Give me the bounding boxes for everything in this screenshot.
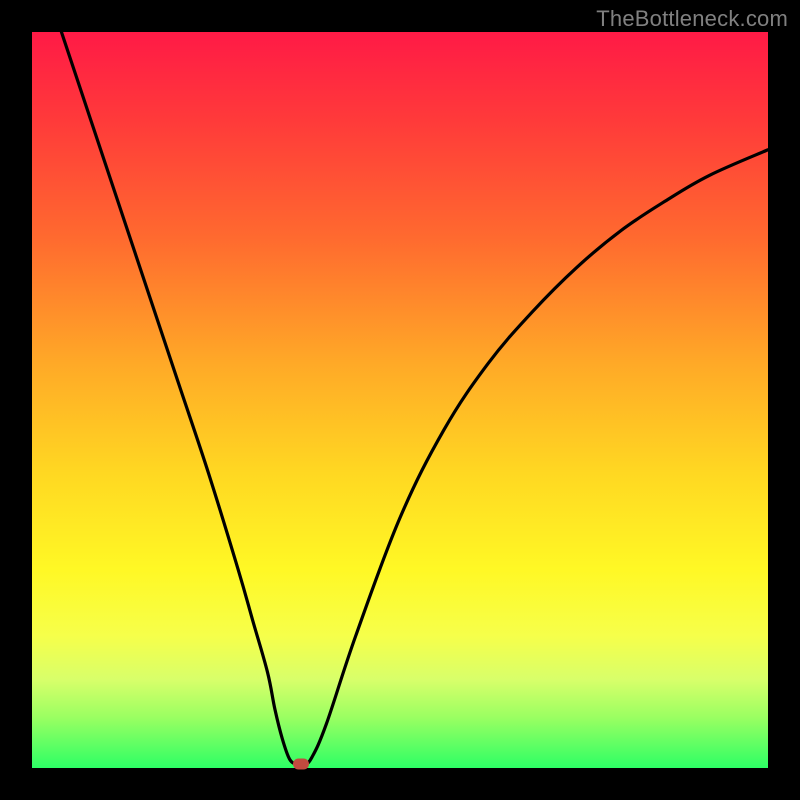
watermark-label: TheBottleneck.com (596, 6, 788, 32)
optimum-marker (293, 759, 309, 770)
plot-area (32, 32, 768, 768)
bottleneck-curve (61, 32, 768, 765)
chart-frame: TheBottleneck.com (0, 0, 800, 800)
curve-svg (32, 32, 768, 768)
